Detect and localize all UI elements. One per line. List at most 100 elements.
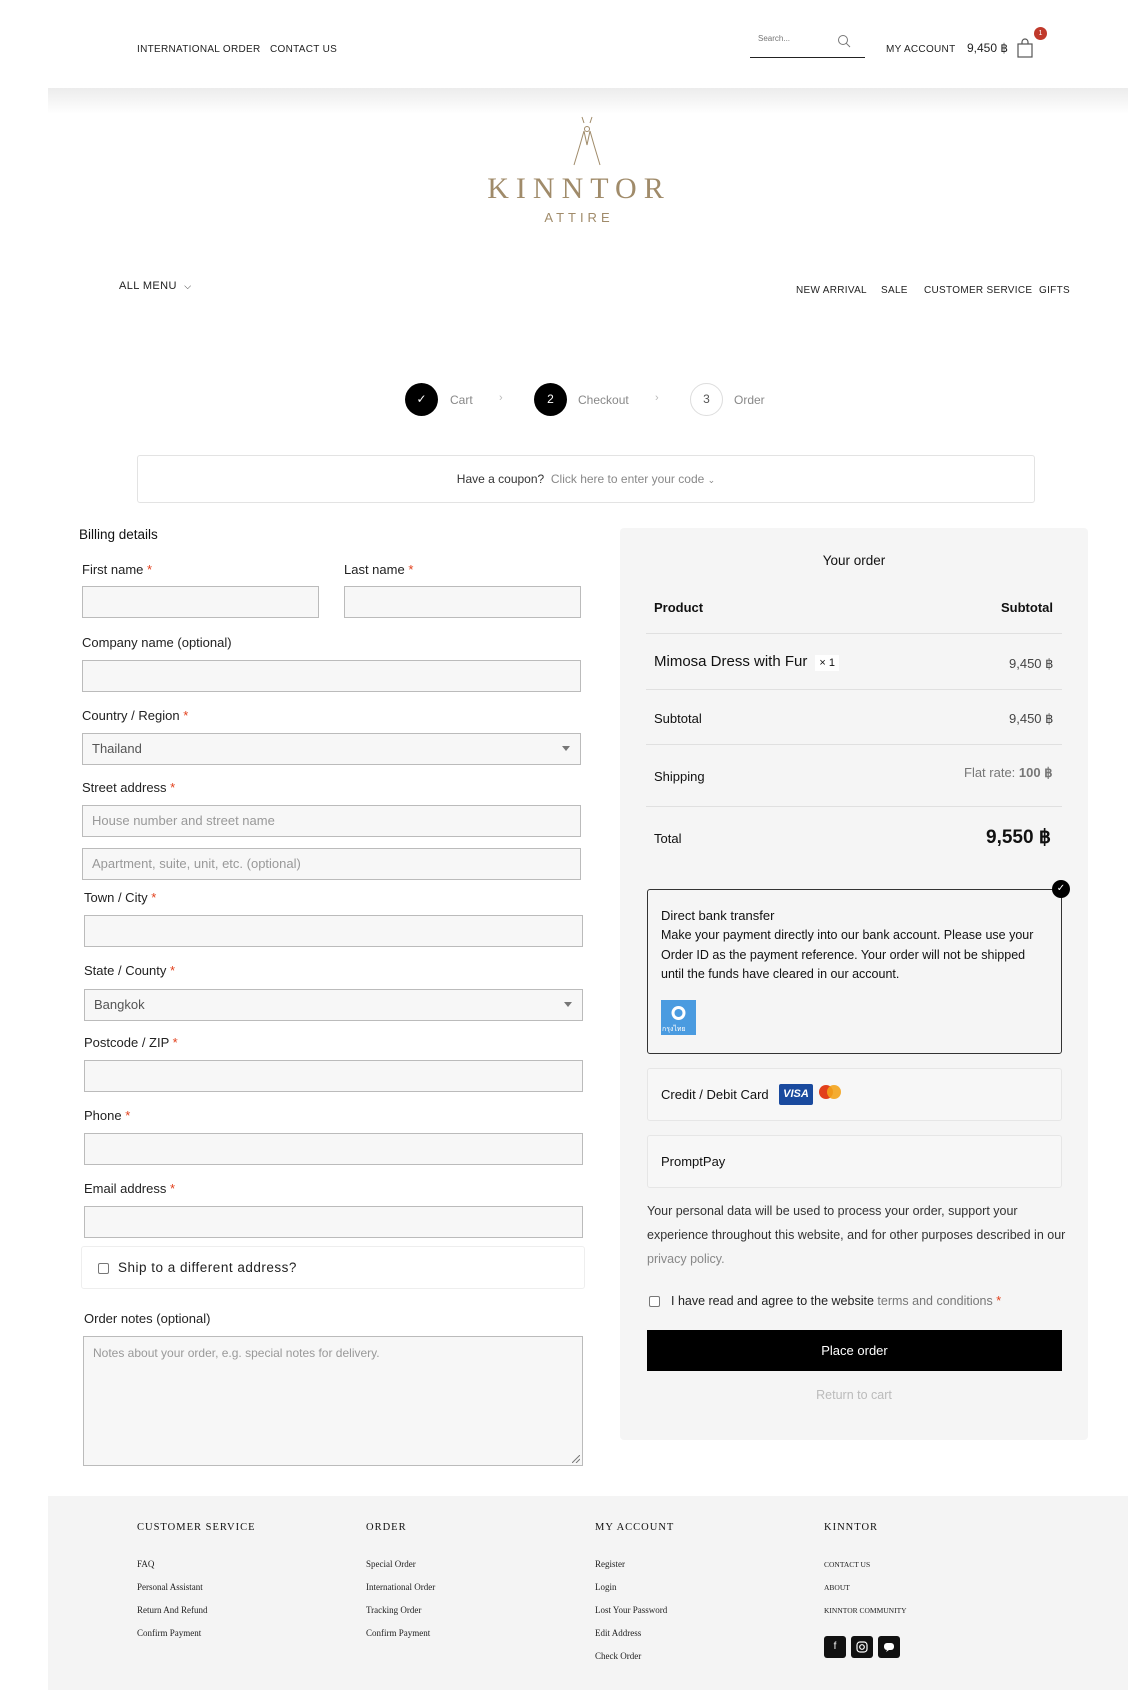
order-notes-textarea[interactable]: Notes about your order, e.g. special not… (83, 1336, 583, 1466)
cart-count-badge: 1 (1034, 27, 1047, 40)
footer-link[interactable]: FAQ (137, 1559, 154, 1569)
postcode-field[interactable] (84, 1060, 583, 1092)
logo-figure-icon[interactable] (570, 115, 604, 172)
divider (646, 633, 1062, 634)
step-separator-icon: › (655, 392, 659, 404)
brand-logo-name[interactable]: KINNTOR (0, 172, 1128, 206)
subtotal-value: 9,450 ฿ (1009, 711, 1054, 726)
postcode-label: Postcode / ZIP * (84, 1035, 178, 1050)
billing-details-heading: Billing details (79, 527, 158, 542)
email-label: Email address * (84, 1181, 176, 1196)
coupon-banner: Have a coupon? Click here to enter your … (137, 455, 1035, 503)
resize-grip-icon[interactable] (572, 1455, 580, 1463)
terms-checkbox[interactable] (649, 1296, 660, 1307)
coupon-text: Have a coupon? (456, 472, 545, 486)
footer-link[interactable]: Tracking Order (366, 1605, 421, 1615)
step-order-number: 3 (690, 383, 723, 416)
footer-heading-kinntor: KINNTOR (824, 1522, 879, 1533)
footer-heading-my-account: MY ACCOUNT (595, 1522, 675, 1533)
terms-label[interactable]: I have read and agree to the website ter… (671, 1294, 1001, 1308)
bank-transfer-title: Direct bank transfer (661, 908, 775, 923)
payment-promptpay[interactable]: PromptPay (647, 1135, 1062, 1188)
privacy-policy-link[interactable]: privacy policy. (647, 1252, 725, 1266)
footer-link[interactable]: ABOUT (824, 1583, 850, 1592)
return-to-cart-link[interactable]: Return to cart (620, 1388, 1088, 1402)
last-name-field[interactable] (344, 586, 581, 618)
your-order-heading: Your order (822, 553, 886, 568)
order-item-name: Mimosa Dress with Fur (654, 653, 808, 670)
footer-link[interactable]: Special Order (366, 1559, 416, 1569)
dropdown-caret-icon (562, 746, 570, 751)
ship-different-checkbox[interactable] (98, 1263, 109, 1274)
footer-link[interactable]: International Order (366, 1582, 435, 1592)
company-label: Company name (optional) (82, 635, 232, 650)
cart-total[interactable]: 9,450 ฿ (967, 41, 1008, 55)
first-name-field[interactable] (82, 586, 319, 618)
line-icon[interactable] (878, 1636, 900, 1658)
footer-link[interactable]: Register (595, 1559, 625, 1569)
footer-link[interactable]: Confirm Payment (366, 1628, 430, 1638)
nav-sale[interactable]: SALE (881, 285, 908, 296)
search-input[interactable] (758, 34, 838, 43)
instagram-icon[interactable] (851, 1636, 873, 1658)
chevron-down-icon[interactable]: ⌄ (708, 475, 716, 485)
street-label: Street address * (82, 780, 176, 795)
chevron-down-icon: ⌵ (184, 281, 192, 291)
ship-different-label[interactable]: Ship to a different address? (118, 1260, 297, 1275)
order-item-price: 9,450 ฿ (1009, 656, 1054, 671)
company-field[interactable] (82, 660, 581, 692)
nav-customer-service[interactable]: CUSTOMER SERVICE (924, 285, 1032, 296)
footer-link[interactable]: Personal Assistant (137, 1582, 203, 1592)
footer-link[interactable]: Confirm Payment (137, 1628, 201, 1638)
street-address-field[interactable]: House number and street name (82, 805, 581, 837)
step-order-label: Order (734, 393, 765, 407)
footer-heading-order: ORDER (366, 1522, 407, 1533)
nav-new-arrival[interactable]: NEW ARRIVAL (796, 285, 867, 296)
step-cart-check-icon[interactable]: ✓ (405, 383, 438, 416)
search-icon[interactable] (837, 34, 851, 53)
coupon-link[interactable]: Click here to enter your code (551, 472, 704, 486)
total-label: Total (654, 831, 682, 846)
footer-heading-customer-service: CUSTOMER SERVICE (137, 1522, 256, 1533)
footer-link[interactable]: Lost Your Password (595, 1605, 667, 1615)
state-select[interactable]: Bangkok (84, 989, 583, 1021)
contact-us-link[interactable]: CONTACT US (270, 44, 337, 55)
total-value: 9,550 ฿ (986, 827, 1051, 848)
state-label: State / County * (84, 963, 176, 978)
all-menu-dropdown[interactable]: ALL MENU ⌵ (119, 280, 192, 292)
footer-link[interactable]: Edit Address (595, 1628, 641, 1638)
country-value: Thailand (92, 741, 142, 756)
city-field[interactable] (84, 915, 583, 947)
payment-credit-card[interactable]: Credit / Debit Card VISA (647, 1068, 1062, 1121)
footer-link[interactable]: Check Order (595, 1651, 641, 1661)
footer-link[interactable]: Login (595, 1582, 617, 1592)
order-item: Mimosa Dress with Fur × 1 (654, 653, 839, 671)
nav-gifts[interactable]: GIFTS (1039, 285, 1070, 296)
footer-link[interactable]: KINNTOR COMMUNITY (824, 1606, 907, 1615)
subtotal-column-header: Subtotal (1001, 600, 1053, 615)
order-item-qty: × 1 (815, 655, 839, 671)
shipping-value: Flat rate: 100 ฿ (964, 765, 1053, 780)
payment-bank-transfer[interactable]: Direct bank transfer Make your payment d… (647, 889, 1062, 1054)
privacy-notice: Your personal data will be used to proce… (647, 1204, 1066, 1266)
footer-link[interactable]: CONTACT US (824, 1560, 870, 1569)
phone-field[interactable] (84, 1133, 583, 1165)
step-cart-label[interactable]: Cart (450, 393, 473, 407)
street-address-2-field[interactable]: Apartment, suite, unit, etc. (optional) (82, 848, 581, 880)
country-select[interactable]: Thailand (82, 733, 581, 765)
state-value: Bangkok (94, 997, 145, 1012)
divider (646, 689, 1062, 690)
product-column-header: Product (654, 600, 704, 615)
my-account-link[interactable]: MY ACCOUNT (886, 44, 956, 55)
footer-link[interactable]: Return And Refund (137, 1605, 208, 1615)
email-field[interactable] (84, 1206, 583, 1238)
shopping-bag-icon[interactable] (1016, 38, 1034, 63)
place-order-button[interactable]: Place order (647, 1330, 1062, 1371)
international-order-link[interactable]: INTERNATIONAL ORDER (137, 44, 261, 55)
divider (646, 744, 1062, 745)
shipping-label: Shipping (654, 769, 705, 784)
search-box[interactable] (750, 26, 865, 58)
subtotal-label: Subtotal (654, 711, 702, 726)
facebook-icon[interactable]: f (824, 1636, 846, 1658)
terms-link[interactable]: terms and conditions (877, 1294, 992, 1308)
